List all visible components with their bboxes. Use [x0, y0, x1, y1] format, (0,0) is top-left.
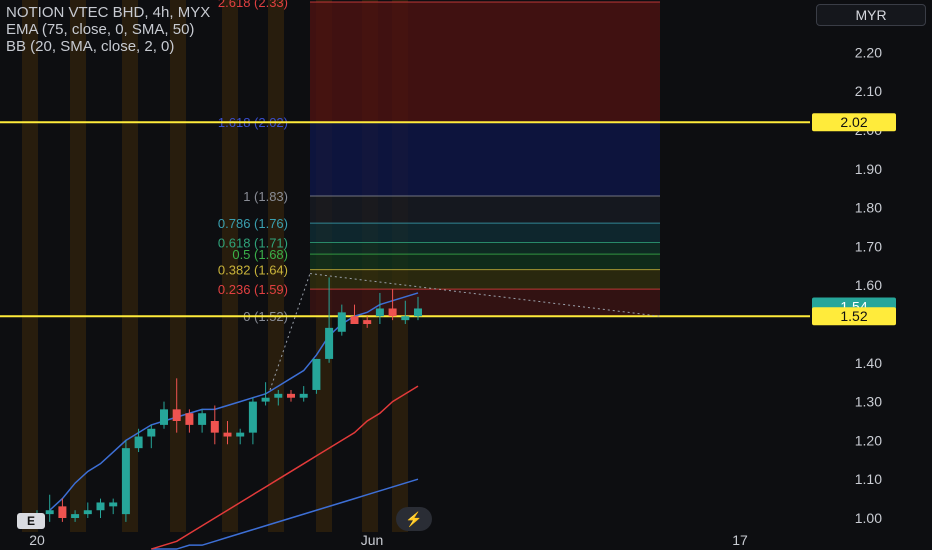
candle-body [414, 308, 422, 317]
candle-body [325, 327, 334, 359]
fib-zone [310, 195, 660, 224]
candle-body [172, 409, 181, 421]
time-tick: 17 [732, 532, 748, 548]
session-band [22, 0, 38, 532]
price-tick: 2.20 [855, 44, 882, 60]
price-tick: 2.10 [855, 83, 882, 99]
candle-body [287, 393, 295, 398]
price-tick: 1.60 [855, 277, 882, 293]
candle-body [71, 514, 80, 518]
price-tick: 1.90 [855, 161, 882, 177]
fib-zone [310, 269, 660, 290]
price-chart[interactable]: 2.618 (2.33)1.618 (2.02)1 (1.83)0.786 (1… [0, 0, 932, 550]
candle-body [299, 393, 308, 398]
fib-zone [310, 1, 660, 123]
candle-body [261, 397, 270, 402]
price-tick: 1.80 [855, 200, 882, 216]
candle-body [147, 428, 156, 437]
candle-body [109, 502, 118, 507]
candle-body [401, 316, 410, 321]
legend-bb: BB (20, SMA, close, 2, 0) [6, 38, 175, 55]
legend-ema: EMA (75, close, 0, SMA, 50) [6, 21, 195, 38]
fib-zone [310, 122, 660, 196]
candle-body [312, 358, 321, 390]
fib-label: 0.786 (1.76) [218, 216, 288, 231]
time-tick: Jun [361, 532, 384, 548]
candle-body [223, 432, 232, 437]
price-tick: 1.70 [855, 238, 882, 254]
price-tick: 1.40 [855, 355, 882, 371]
price-label: 2.02 [840, 114, 867, 130]
candle-body [210, 421, 219, 433]
candle-body [83, 510, 92, 515]
candle-body [388, 308, 397, 317]
legend-title: NOTION VTEC BHD, 4h, MYX [6, 4, 211, 21]
price-tick: 1.00 [855, 510, 882, 526]
price-tick: 1.30 [855, 394, 882, 410]
fib-zone [310, 242, 660, 255]
fib-zone [310, 289, 660, 317]
candle-body [58, 506, 67, 518]
candle-body [134, 436, 143, 449]
fib-label: 0.236 (1.59) [218, 282, 288, 297]
candle-body [337, 312, 346, 332]
chart-legend: NOTION VTEC BHD, 4h, MYX EMA (75, close,… [6, 4, 210, 55]
candle-body [96, 502, 105, 511]
candle-body [198, 413, 207, 425]
price-tick: 1.20 [855, 432, 882, 448]
price-tick: 1.10 [855, 471, 882, 487]
fib-zone [310, 223, 660, 243]
candle-body [248, 401, 257, 433]
candle-body [350, 316, 359, 324]
lightning-icon[interactable]: ⚡ [396, 507, 432, 531]
candle-body [160, 409, 168, 425]
candle-body [45, 510, 54, 515]
candle-body [363, 320, 372, 324]
currency-button[interactable]: MYR [816, 4, 926, 26]
scale-mode-button[interactable]: E [17, 513, 45, 529]
price-label: 1.52 [840, 308, 867, 324]
fib-label: 1 (1.83) [243, 189, 288, 204]
candle-body [236, 432, 245, 437]
fib-zone [310, 254, 660, 270]
session-band [70, 0, 86, 532]
session-band [170, 0, 186, 532]
candle-body [121, 448, 130, 515]
candle-body [185, 413, 194, 425]
candle-body [274, 393, 283, 398]
candle-body [375, 308, 384, 317]
fib-label: 0.5 (1.68) [232, 247, 288, 262]
time-tick: 20 [29, 532, 45, 548]
fib-label: 0.382 (1.64) [218, 263, 288, 278]
fib-label: 2.618 (2.33) [218, 0, 288, 10]
